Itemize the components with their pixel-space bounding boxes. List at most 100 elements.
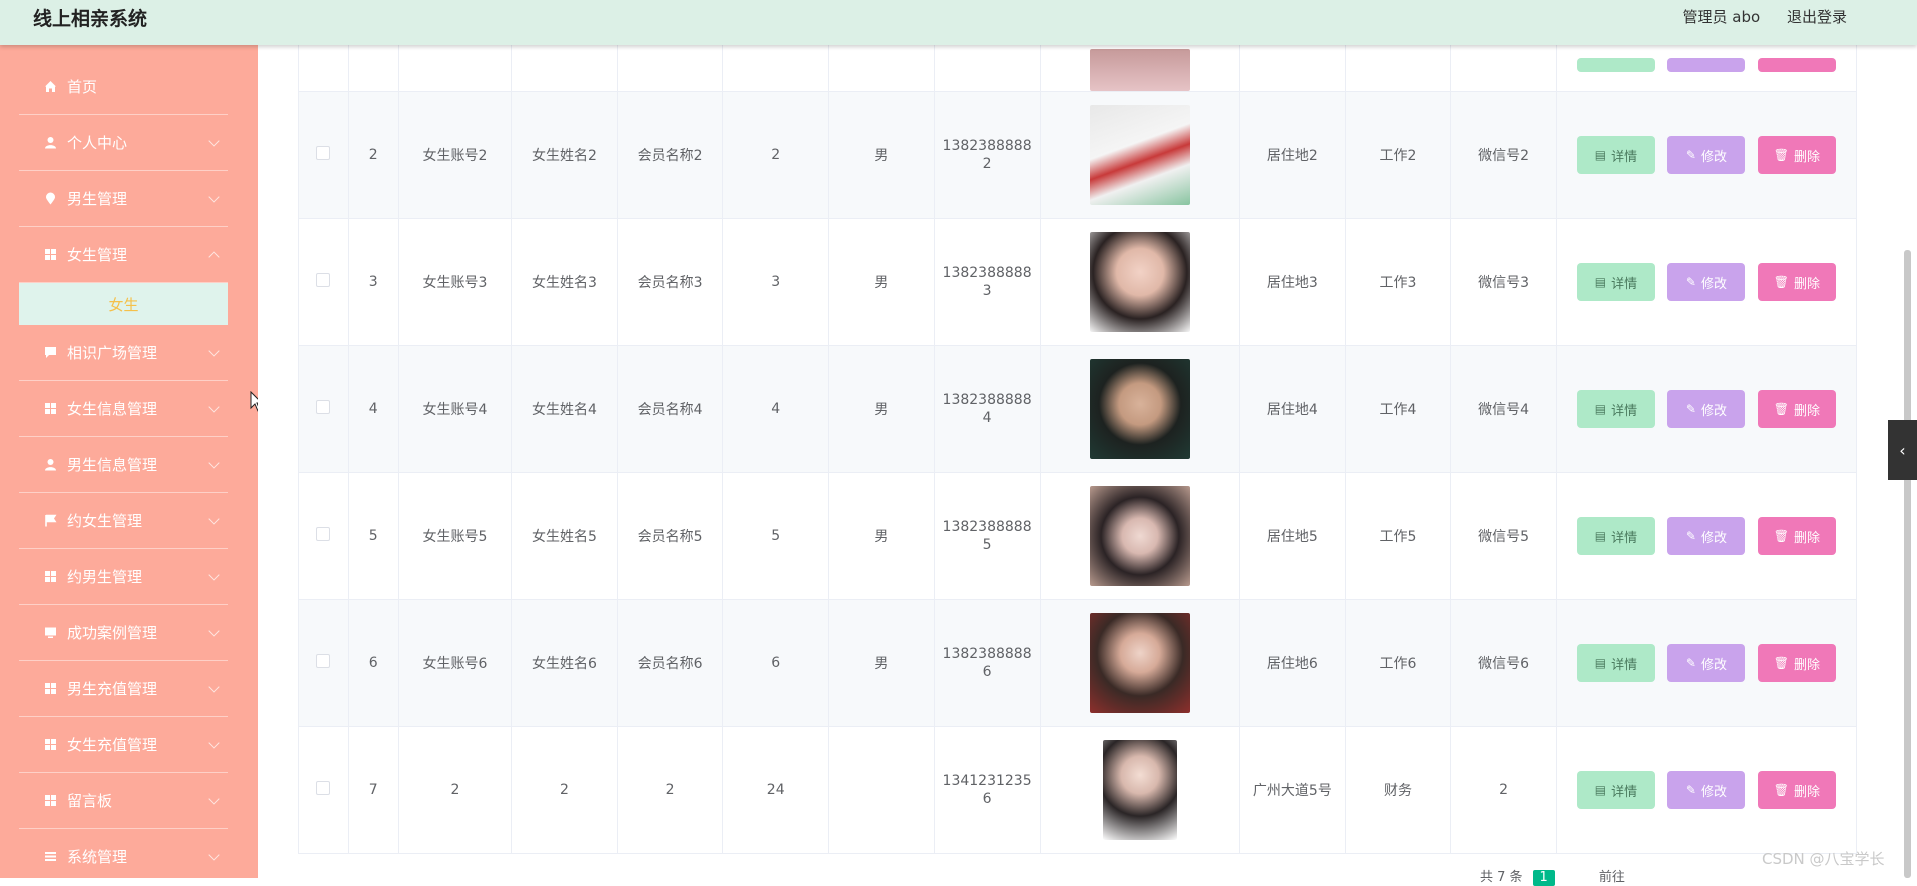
delete-label: 删除 (1794, 276, 1821, 292)
phone-part-b: 3 (982, 283, 992, 299)
sidebar-item-home[interactable]: 首页 (19, 59, 228, 115)
member-cell: 会员名称5 (616, 472, 724, 600)
document-icon: ▤ (1594, 529, 1607, 543)
sidebar-item-date-boy[interactable]: 约男生管理 (19, 549, 228, 605)
row-checkbox[interactable] (316, 781, 331, 795)
delete-button[interactable]: 🗑 删除 (1757, 771, 1836, 809)
sidebar-item-boys[interactable]: 男生管理 (19, 171, 228, 227)
sidebar-item-messages[interactable]: 留言板 (19, 773, 228, 829)
trash-icon: 🗑 (1773, 783, 1789, 797)
detail-button-partial[interactable] (1576, 57, 1655, 72)
delete-button[interactable]: 🗑 删除 (1757, 517, 1836, 555)
detail-label: 详情 (1611, 784, 1638, 800)
pager-current-page[interactable]: 1 (1532, 870, 1555, 886)
edit-button[interactable]: ✎ 修改 (1667, 644, 1746, 682)
app-title: 线上相亲系统 (33, 8, 148, 30)
detail-label: 详情 (1611, 276, 1638, 292)
sidebar-item-label: 约女生管理 (67, 512, 143, 530)
side-toggle-tab[interactable]: ‹ (1888, 420, 1917, 480)
screen-icon (43, 626, 57, 640)
pencil-icon: ✎ (1685, 402, 1696, 416)
sidebar-subitem-girl[interactable]: 女生 (19, 283, 228, 325)
edit-button-partial[interactable] (1667, 57, 1746, 72)
trash-icon: 🗑 (1773, 656, 1789, 670)
action-cell: ▤ 详情 ✎ 修改 🗑 删除 (1555, 472, 1858, 600)
phone-part-a: 1382388888 (942, 519, 1032, 535)
sidebar-item-system[interactable]: 系统管理 (19, 829, 228, 878)
sidebar-item-girl-recharge[interactable]: 女生充值管理 (19, 717, 228, 773)
detail-button[interactable]: ▤ 详情 (1576, 771, 1655, 809)
sidebar-item-girl-info[interactable]: 女生信息管理 (19, 381, 228, 437)
name-cell: 女生姓名3 (511, 218, 618, 346)
logout-link[interactable]: 退出登录 (1787, 8, 1847, 26)
age-cell: 2 (722, 91, 830, 219)
phone-part-b: 5 (982, 537, 992, 553)
girl-photo (1089, 486, 1190, 586)
detail-label: 详情 (1611, 149, 1638, 165)
delete-button-partial[interactable] (1757, 57, 1836, 72)
delete-button[interactable]: 🗑 删除 (1757, 644, 1836, 682)
detail-button[interactable]: ▤ 详情 (1576, 517, 1655, 555)
account-cell: 女生账号2 (397, 91, 513, 219)
account-cell: 女生账号3 (397, 218, 513, 346)
table-row: 6 女生账号6 女生姓名6 会员名称6 6 男 1382388888 6 居住地6 工作6 微信号6… (298, 599, 1858, 727)
page-scrollbar[interactable] (1904, 250, 1911, 878)
trash-icon: 🗑 (1773, 275, 1789, 289)
sidebar-item-success[interactable]: 成功案例管理 (19, 605, 228, 661)
address-cell: 居住地3 (1239, 218, 1346, 346)
detail-button[interactable]: ▤ 详情 (1576, 136, 1655, 174)
delete-label: 删除 (1794, 657, 1821, 673)
age-cell: 5 (722, 472, 830, 600)
edit-label: 修改 (1700, 784, 1727, 800)
pencil-icon: ✎ (1685, 275, 1696, 289)
grid-icon (43, 682, 57, 696)
detail-button[interactable]: ▤ 详情 (1576, 644, 1655, 682)
detail-button[interactable]: ▤ 详情 (1576, 390, 1655, 428)
chevron-down-icon (208, 135, 220, 147)
detail-label: 详情 (1611, 530, 1638, 546)
edit-button[interactable]: ✎ 修改 (1667, 517, 1746, 555)
sidebar-item-boy-recharge[interactable]: 男生充值管理 (19, 661, 228, 717)
edit-button[interactable]: ✎ 修改 (1667, 263, 1746, 301)
row-checkbox[interactable] (316, 400, 331, 414)
trash-icon: 🗑 (1773, 529, 1789, 543)
girl-photo (1102, 740, 1177, 840)
delete-button[interactable]: 🗑 删除 (1757, 263, 1836, 301)
member-cell: 2 (616, 726, 724, 854)
edit-button[interactable]: ✎ 修改 (1667, 390, 1746, 428)
sidebar-item-girls[interactable]: 女生管理 (19, 227, 228, 283)
grid-icon (43, 248, 57, 262)
row-checkbox[interactable] (316, 146, 331, 160)
chevron-down-icon (208, 251, 220, 263)
address-cell: 居住地6 (1239, 599, 1346, 727)
sidebar-item-label: 成功案例管理 (67, 624, 158, 642)
girl-photo (1089, 613, 1190, 713)
grid-icon (43, 738, 57, 752)
sidebar-item-personal[interactable]: 个人中心 (19, 115, 228, 171)
table-row: 4 女生账号4 女生姓名4 会员名称4 4 男 1382388888 4 居住地4 工作4 微信号4… (298, 345, 1858, 473)
chevron-down-icon (208, 457, 220, 469)
sidebar-item-square[interactable]: 相识广场管理 (19, 325, 228, 381)
row-checkbox[interactable] (316, 273, 331, 287)
row-checkbox[interactable] (316, 527, 331, 541)
grid-icon (43, 402, 57, 416)
delete-button[interactable]: 🗑 删除 (1757, 136, 1836, 174)
row-checkbox[interactable] (316, 654, 331, 668)
trash-icon: 🗑 (1773, 402, 1789, 416)
job-cell: 工作3 (1344, 218, 1452, 346)
trash-icon: 🗑 (1773, 148, 1789, 162)
pencil-icon: ✎ (1685, 783, 1696, 797)
document-icon: ▤ (1594, 402, 1607, 416)
sidebar-item-boy-info[interactable]: 男生信息管理 (19, 437, 228, 493)
job-cell: 财务 (1344, 726, 1452, 854)
edit-button[interactable]: ✎ 修改 (1667, 771, 1746, 809)
phone-cell: 1382388888 2 (933, 91, 1041, 219)
pencil-icon: ✎ (1685, 529, 1696, 543)
sidebar-item-label: 约男生管理 (67, 568, 143, 586)
pin-icon (43, 192, 57, 206)
delete-button[interactable]: 🗑 删除 (1757, 390, 1836, 428)
girl-photo (1089, 359, 1190, 459)
detail-button[interactable]: ▤ 详情 (1576, 263, 1655, 301)
edit-button[interactable]: ✎ 修改 (1667, 136, 1746, 174)
sidebar-item-date-girl[interactable]: 约女生管理 (19, 493, 228, 549)
